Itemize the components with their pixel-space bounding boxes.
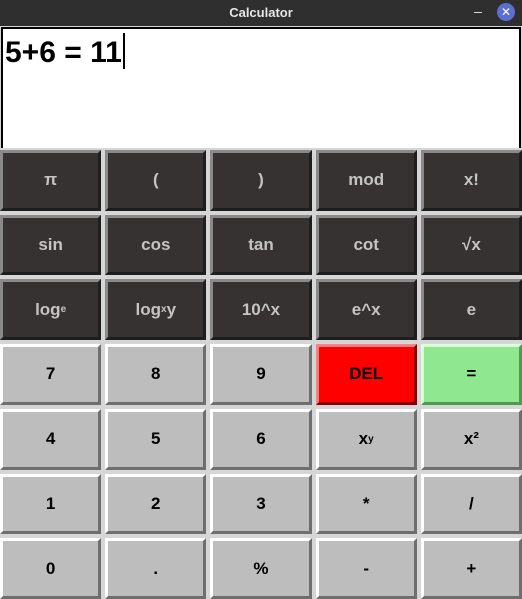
calculator-window: Calculator – ✕ 5+6 = 11 π ( ) mod x! sin… bbox=[0, 0, 522, 599]
factorial-button[interactable]: x! bbox=[420, 150, 522, 211]
decimal-point-button[interactable]: . bbox=[105, 538, 207, 599]
log-x-y-base: log bbox=[135, 299, 162, 319]
calculator-display[interactable]: 5+6 = 11 bbox=[1, 27, 521, 150]
digit-3-button[interactable]: 3 bbox=[210, 473, 312, 535]
pi-button[interactable]: π bbox=[0, 150, 102, 211]
sqrt-button[interactable]: √x bbox=[420, 214, 522, 276]
digit-4-button[interactable]: 4 bbox=[0, 408, 102, 470]
cos-button[interactable]: cos bbox=[105, 214, 207, 276]
x-pow-y-superscript: y bbox=[368, 433, 374, 445]
text-cursor bbox=[122, 33, 125, 69]
x-squared-button[interactable]: x² bbox=[420, 408, 522, 470]
log-x-y-button[interactable]: log x y bbox=[105, 279, 207, 341]
delete-button[interactable]: DEL bbox=[315, 344, 417, 405]
minimize-icon[interactable]: – bbox=[470, 2, 486, 20]
minus-button[interactable]: - bbox=[315, 538, 417, 599]
right-paren-button[interactable]: ) bbox=[210, 150, 312, 211]
title-bar[interactable]: Calculator – ✕ bbox=[0, 0, 522, 26]
multiply-button[interactable]: * bbox=[315, 473, 417, 535]
plus-button[interactable]: + bbox=[420, 538, 522, 599]
tan-button[interactable]: tan bbox=[210, 214, 312, 276]
digit-5-button[interactable]: 5 bbox=[105, 408, 207, 470]
digit-8-button[interactable]: 8 bbox=[105, 344, 207, 405]
e-constant-button[interactable]: e bbox=[420, 279, 522, 341]
keypad: π ( ) mod x! sin cos tan cot √x log e log… bbox=[0, 148, 522, 599]
display-text: 5+6 = 11 bbox=[5, 36, 122, 69]
display-expression: 5+6 = 11 bbox=[5, 33, 125, 70]
left-paren-button[interactable]: ( bbox=[105, 150, 207, 211]
percent-button[interactable]: % bbox=[210, 538, 312, 599]
divide-button[interactable]: / bbox=[420, 473, 522, 535]
cot-button[interactable]: cot bbox=[315, 214, 417, 276]
ten-pow-x-button[interactable]: 10^x bbox=[210, 279, 312, 341]
digit-2-button[interactable]: 2 bbox=[105, 473, 207, 535]
log-e-button[interactable]: log e bbox=[0, 279, 102, 341]
log-e-subscript: e bbox=[60, 304, 67, 316]
x-pow-y-base: x bbox=[358, 429, 369, 449]
close-icon[interactable]: ✕ bbox=[497, 3, 515, 21]
log-x-y-tail: y bbox=[166, 299, 177, 319]
digit-9-button[interactable]: 9 bbox=[210, 344, 312, 405]
equals-button[interactable]: = bbox=[420, 344, 522, 405]
digit-1-button[interactable]: 1 bbox=[0, 473, 102, 535]
log-e-base: log bbox=[35, 299, 61, 319]
digit-6-button[interactable]: 6 bbox=[210, 408, 312, 470]
x-pow-y-button[interactable]: xy bbox=[315, 408, 417, 470]
digit-0-button[interactable]: 0 bbox=[0, 538, 102, 599]
e-pow-x-button[interactable]: e^x bbox=[315, 279, 417, 341]
mod-button[interactable]: mod bbox=[315, 150, 417, 211]
sin-button[interactable]: sin bbox=[0, 214, 102, 276]
window-title: Calculator bbox=[229, 5, 293, 20]
digit-7-button[interactable]: 7 bbox=[0, 344, 102, 405]
